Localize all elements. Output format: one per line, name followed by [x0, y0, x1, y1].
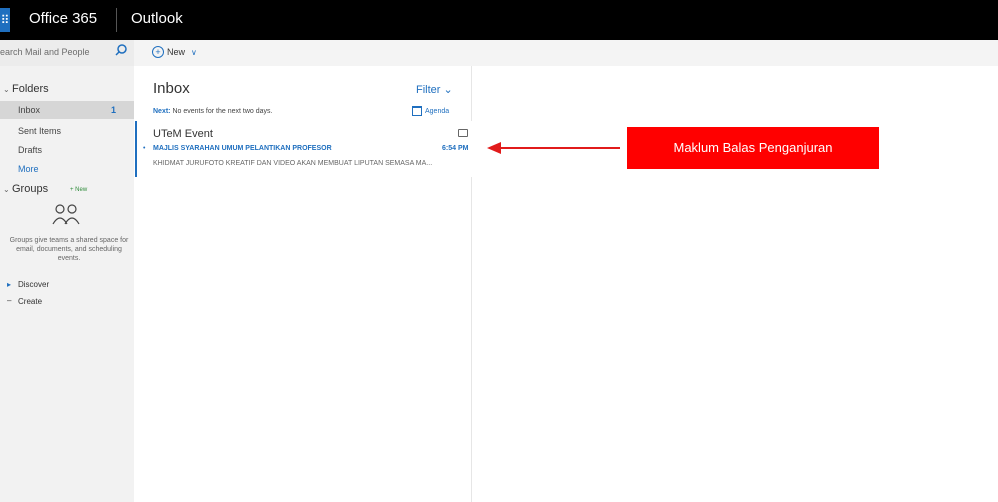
app-launcher-icon[interactable]: ⠿: [0, 8, 10, 32]
search-icon[interactable]: [114, 43, 128, 57]
header-divider: [116, 8, 117, 32]
collapse-groups-icon[interactable]: ⌄: [3, 185, 10, 194]
chevron-down-icon: ⌄: [443, 84, 453, 96]
next-label: Next:: [153, 108, 171, 115]
command-bar: [0, 40, 998, 66]
folders-header[interactable]: Folders: [12, 83, 49, 95]
discover-caret-icon: ▸: [7, 280, 12, 289]
message-subject: MAJLIS SYARAHAN UMUM PELANTIKAN PROFESOR: [153, 145, 332, 152]
inbox-title: Inbox: [153, 80, 190, 97]
chevron-down-icon[interactable]: ∨: [191, 48, 197, 57]
annotation-arrow-head: [487, 142, 501, 154]
groups-header[interactable]: Groups: [12, 183, 48, 195]
annotation-callout: Maklum Balas Penganjuran: [627, 127, 879, 169]
annotation-arrow-line: [500, 147, 620, 149]
app-title[interactable]: Outlook: [131, 10, 183, 27]
create-dash-icon: –: [7, 296, 12, 305]
filter-button[interactable]: Filter ⌄: [416, 83, 453, 96]
next-events-text: No events for the next two days.: [172, 108, 273, 115]
unread-dot-icon: •: [143, 145, 146, 152]
inbox-unread-count: 1: [111, 105, 117, 115]
folder-drafts[interactable]: Drafts: [18, 145, 42, 155]
new-label: New: [167, 47, 186, 57]
groups-description: Groups give teams a shared space for ema…: [9, 237, 129, 262]
message-sender: UTeM Event: [153, 128, 213, 140]
folder-sent-items[interactable]: Sent Items: [18, 126, 61, 136]
folder-inbox[interactable]: Inbox: [18, 105, 40, 115]
next-events-line: Next: No events for the next two days.: [153, 108, 272, 115]
plus-icon: +: [152, 46, 164, 58]
calendar-icon: [412, 106, 422, 116]
collapse-folders-icon[interactable]: ⌄: [3, 85, 10, 94]
create-link[interactable]: Create: [18, 297, 42, 306]
discover-link[interactable]: Discover: [18, 280, 49, 289]
new-group-link[interactable]: + New: [70, 187, 87, 193]
groups-people-icon: [52, 204, 80, 225]
agenda-button[interactable]: Agenda: [412, 106, 449, 116]
message-preview-icon[interactable]: [458, 129, 468, 137]
message-preview: KHIDMAT JURUFOTO KREATIF DAN VIDEO AKAN …: [153, 160, 433, 167]
search-input[interactable]: earch Mail and People: [0, 47, 90, 57]
brand-title[interactable]: Office 365: [29, 10, 97, 27]
folder-more[interactable]: More: [18, 164, 39, 174]
new-button[interactable]: + New ∨: [152, 46, 197, 58]
message-time: 6:54 PM: [442, 145, 469, 152]
